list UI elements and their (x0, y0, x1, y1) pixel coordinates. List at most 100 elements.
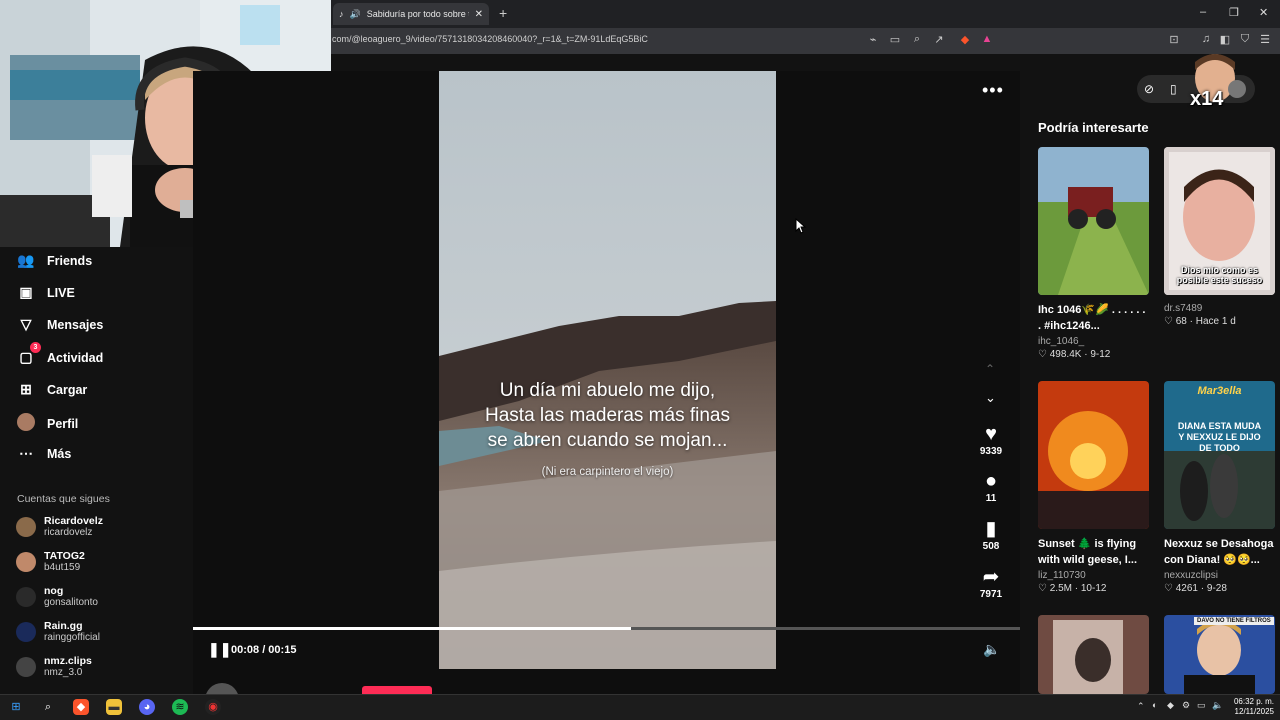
discord-icon[interactable]: ◕ (139, 699, 155, 715)
sidebar-item-activity[interactable]: ▢ 3 Actividad (17, 342, 104, 366)
next-video-chevron-down-icon[interactable]: ⌄ (985, 390, 996, 406)
card-title: Sunset 🌲 is flying with wild geese, I... (1038, 538, 1138, 566)
maximize-button[interactable]: ❐ (1229, 6, 1239, 19)
sidebar-item-label: Actividad (47, 350, 104, 365)
like-button[interactable]: ♥ 9339 (975, 423, 1007, 457)
sidebar-item-label: Friends (47, 253, 93, 268)
comment-button[interactable]: ● 11 (975, 470, 1007, 504)
obs-icon[interactable]: ◉ (205, 699, 221, 715)
account-name: Ricardovelz (44, 515, 103, 527)
brave-rewards-icon[interactable]: ▲ (979, 33, 995, 45)
windows-start-icon[interactable]: ⊞ (8, 699, 24, 715)
sidebar-item-more[interactable]: ⋯ Más (17, 445, 71, 462)
share-button[interactable]: ➦ 7971 (975, 566, 1007, 600)
system-tray-chevron-up-icon[interactable]: ⌃ (1137, 701, 1145, 712)
comment-count: 11 (985, 493, 997, 504)
video-frame[interactable] (439, 71, 776, 669)
more-options-button[interactable]: ••• (982, 80, 1004, 101)
browser-tab[interactable]: ♪ 🔊 Sabiduría por todo sobre todo ✕ (333, 3, 489, 25)
save-button[interactable]: ▮ 508 (975, 518, 1007, 552)
reader-off-icon[interactable]: ⌁ (865, 33, 881, 46)
sidebar-item-messages[interactable]: ▽ Mensajes (17, 316, 104, 333)
previous-video-chevron-up-icon[interactable]: ⌃ (985, 362, 995, 376)
live-icon: ▣ (19, 284, 33, 300)
tray-icon[interactable]: ⚙ (1182, 700, 1190, 711)
compass-icon[interactable]: ⊘ (1144, 82, 1154, 96)
menu-icon[interactable]: ☰ (1257, 33, 1273, 46)
volume-button[interactable]: 🔈 (983, 641, 1000, 658)
tray-icon[interactable]: ◆ (1167, 700, 1174, 711)
tray-icon[interactable]: ◐ (1152, 700, 1157, 710)
sidebar-item-profile[interactable]: Perfil (17, 413, 78, 434)
account-name: nog (44, 585, 64, 597)
messages-icon: ▽ (20, 316, 32, 332)
like-count: 9339 (979, 446, 1003, 457)
close-window-button[interactable]: ✕ (1259, 6, 1268, 19)
recommended-video-card[interactable]: DAVO NO TIENE FILTROS (1164, 615, 1275, 694)
avatar (16, 517, 36, 537)
share-icon[interactable]: ↗ (931, 33, 947, 46)
network-icon[interactable]: ▭ (1197, 700, 1206, 711)
avatar (16, 587, 36, 607)
more-dots-icon: ⋯ (19, 445, 33, 461)
url-field[interactable]: com/@leoaguero_9/video/75713180342084600… (332, 34, 648, 44)
screenshot-icon[interactable]: ⊡ (1166, 33, 1182, 46)
account-name: nmz.clips (44, 655, 92, 667)
volume-icon[interactable]: 🔈 (1212, 700, 1223, 711)
following-account[interactable]: nog gonsalitonto (16, 585, 98, 609)
minimize-button[interactable]: – (1200, 6, 1206, 18)
card-user: nexxuzclipsi (1164, 570, 1218, 581)
bookmark-icon: ▮ (985, 518, 997, 540)
avatar[interactable] (1228, 80, 1246, 98)
card-stats: ♡ 4261 · 9-28 (1164, 583, 1227, 594)
brave-shields-icon[interactable]: ◆ (957, 33, 973, 46)
account-name: TATOG2 (44, 550, 85, 562)
comment-icon: ● (984, 470, 998, 492)
sidebar-item-friends[interactable]: 👥 Friends (17, 252, 92, 269)
following-account[interactable]: TATOG2 b4ut159 (16, 550, 85, 574)
upload-icon: ⊞ (20, 381, 32, 397)
search-icon[interactable]: ⌕ (40, 699, 56, 715)
recommended-video-card[interactable] (1038, 615, 1149, 694)
following-account[interactable]: Rain.gg rainggofficial (16, 620, 100, 644)
caption-line: Un día mi abuelo me dijo, (499, 380, 716, 401)
activity-icon: ▢ 3 (17, 342, 41, 366)
video-thumbnail (1038, 147, 1149, 295)
video-caption: Un día mi abuelo me dijo, Hasta las made… (439, 378, 776, 453)
sidebar-item-upload[interactable]: ⊞ Cargar (17, 381, 87, 398)
sidebar-item-live[interactable]: ▣ LIVE (17, 284, 74, 301)
recommended-video-card[interactable]: Mar3ella DIANA ESTA MUDA Y NEXXUZ LE DIJ… (1164, 381, 1275, 594)
account-handle: ricardovelz (44, 527, 93, 538)
cast-icon[interactable]: ▭ (887, 33, 903, 46)
recommended-video-card[interactable]: Ihc 1046🌾🌽 . . . . . . . #ihc1246... ihc… (1038, 147, 1149, 360)
following-section-title: Cuentas que sigues (17, 493, 110, 505)
phone-icon[interactable]: ▯ (1170, 82, 1177, 96)
sidebar-toggle-icon[interactable]: ◧ (1217, 33, 1233, 46)
taskbar-clock[interactable]: 06:32 p. m. 12/11/2025 (1228, 697, 1274, 717)
following-account[interactable]: nmz.clips nmz_3.0 (16, 655, 92, 679)
media-icon[interactable]: ♫ (1198, 33, 1214, 45)
file-explorer-icon[interactable]: ▬ (106, 699, 122, 715)
account-handle: nmz_3.0 (44, 667, 83, 678)
sidebar-item-label: Mensajes (47, 317, 104, 332)
zoom-icon[interactable]: ⌕ (909, 33, 925, 46)
caption-line: Hasta las maderas más finas (485, 405, 730, 426)
following-account[interactable]: Ricardovelz ricardovelz (16, 515, 103, 539)
card-title: Ihc 1046🌾🌽 . . . . . . . #ihc1246... (1038, 304, 1146, 332)
video-thumbnail (1038, 381, 1149, 529)
sidebar-item-label: Cargar (47, 382, 88, 397)
taskbar (0, 694, 1280, 720)
recommendations-title: Podría interesarte (1038, 120, 1149, 135)
video-thumbnail: Dios mío como es posible este suceso (1164, 147, 1275, 295)
spotify-icon[interactable]: ≋ (172, 699, 188, 715)
vpn-icon[interactable]: ⛉ (1237, 33, 1253, 46)
recommended-video-card[interactable]: Dios mío como es posible este suceso dr.… (1164, 147, 1275, 327)
recommended-video-card[interactable]: Sunset 🌲 is flying with wild geese, I...… (1038, 381, 1149, 594)
caption-line: se abren cuando se mojan... (487, 430, 728, 451)
sidebar-item-label: Perfil (47, 416, 79, 431)
brave-browser-icon[interactable]: ◆ (73, 699, 89, 715)
emote-multiplier: x14 (1190, 88, 1224, 110)
pause-button[interactable]: ❚❚ (208, 641, 231, 658)
new-tab-button[interactable]: + (499, 5, 507, 21)
close-tab-icon[interactable]: ✕ (475, 9, 483, 20)
